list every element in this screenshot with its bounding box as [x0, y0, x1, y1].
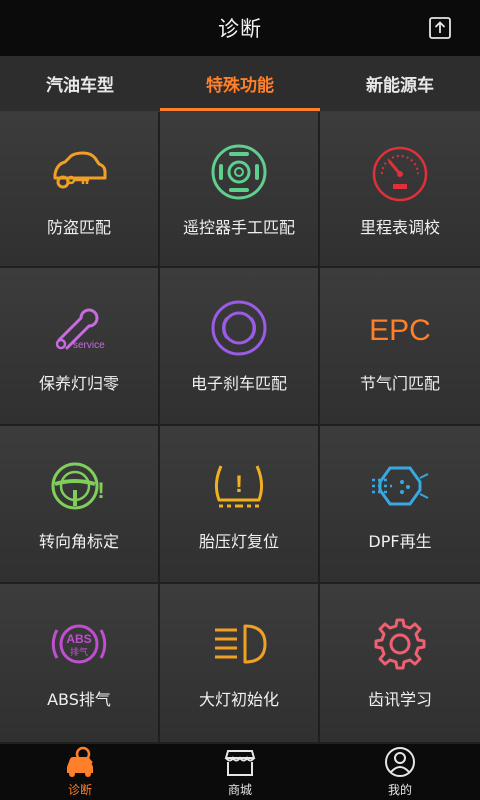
nav-label: 我的: [387, 783, 412, 797]
function-dpf-regeneration[interactable]: DPF再生: [320, 426, 480, 584]
tab-special-functions[interactable]: 特殊功能: [160, 56, 320, 111]
nav-diagnosis[interactable]: 诊断: [0, 744, 160, 800]
function-throttle-matching[interactable]: EPC 节气门匹配: [320, 268, 480, 426]
title-bar: 诊断: [0, 0, 480, 56]
function-steering-angle[interactable]: ! 转向角标定: [0, 426, 160, 584]
nav-label: 诊断: [67, 783, 92, 797]
tab-label: 特殊功能: [206, 76, 274, 96]
tire-pressure-icon: !: [207, 454, 271, 518]
function-label: 齿讯学习: [367, 690, 432, 709]
function-odometer-adjust[interactable]: 里程表调校: [320, 112, 480, 268]
car-key-icon: [47, 140, 111, 204]
function-label: 转向角标定: [38, 532, 119, 551]
store-icon: [224, 750, 256, 776]
service-wrench-icon: service: [47, 296, 111, 360]
function-label: 电子刹车匹配: [190, 374, 287, 393]
svg-text:ABS: ABS: [66, 632, 91, 646]
function-label: 遥控器手工匹配: [182, 218, 295, 237]
svg-text:service: service: [73, 340, 105, 351]
tab-bar: 汽油车型 特殊功能 新能源车: [0, 56, 480, 112]
function-label: 里程表调校: [359, 218, 440, 237]
function-gear-learning[interactable]: 齿讯学习: [320, 584, 480, 744]
electronic-brake-icon: [207, 296, 271, 360]
nav-store[interactable]: 商城: [160, 744, 320, 800]
function-label: 大灯初始化: [198, 690, 279, 709]
abs-icon: ABS 排气: [47, 612, 111, 676]
function-label: DPF再生: [368, 532, 432, 551]
svg-text:EPC: EPC: [369, 314, 431, 347]
share-icon[interactable]: [426, 14, 454, 42]
function-label: 胎压灯复位: [198, 532, 279, 551]
remote-control-icon: [207, 140, 271, 204]
function-label: ABS排气: [47, 690, 111, 709]
profile-icon: [385, 747, 415, 777]
headlight-icon: [207, 612, 271, 676]
odometer-icon: [368, 140, 432, 204]
function-label: 防盗匹配: [46, 218, 111, 237]
epc-icon: EPC: [368, 296, 432, 360]
function-service-reset[interactable]: service 保养灯归零: [0, 268, 160, 426]
steering-wheel-icon: !: [47, 454, 111, 518]
tab-new-energy[interactable]: 新能源车: [320, 56, 480, 111]
svg-text:!: !: [97, 478, 104, 503]
function-electronic-brake[interactable]: 电子刹车匹配: [160, 268, 320, 426]
svg-text:排气: 排气: [70, 646, 88, 658]
svg-text:!: !: [235, 471, 243, 498]
tab-label: 新能源车: [366, 76, 434, 96]
tab-gasoline[interactable]: 汽油车型: [0, 56, 160, 111]
function-label: 保养灯归零: [38, 374, 119, 393]
page-title: 诊断: [218, 17, 262, 41]
nav-profile[interactable]: 我的: [320, 744, 480, 800]
nav-label: 商城: [227, 783, 252, 797]
function-remote-matching[interactable]: 遥控器手工匹配: [160, 112, 320, 268]
diagnosis-icon: [67, 746, 93, 777]
tab-label: 汽油车型: [46, 76, 114, 96]
function-tire-pressure-reset[interactable]: ! 胎压灯复位: [160, 426, 320, 584]
function-headlight-init[interactable]: 大灯初始化: [160, 584, 320, 744]
function-label: 节气门匹配: [359, 374, 440, 393]
function-grid: 防盗匹配 遥控器手工匹配 里程表调校 service 保养灯归零 电子刹车匹配 …: [0, 112, 480, 744]
gear-icon: [368, 612, 432, 676]
function-abs-bleeding[interactable]: ABS 排气 ABS排气: [0, 584, 160, 744]
function-immobilizer-matching[interactable]: 防盗匹配: [0, 112, 160, 268]
dpf-filter-icon: [368, 454, 432, 518]
bottom-nav: 诊断 商城 我的: [0, 744, 480, 800]
